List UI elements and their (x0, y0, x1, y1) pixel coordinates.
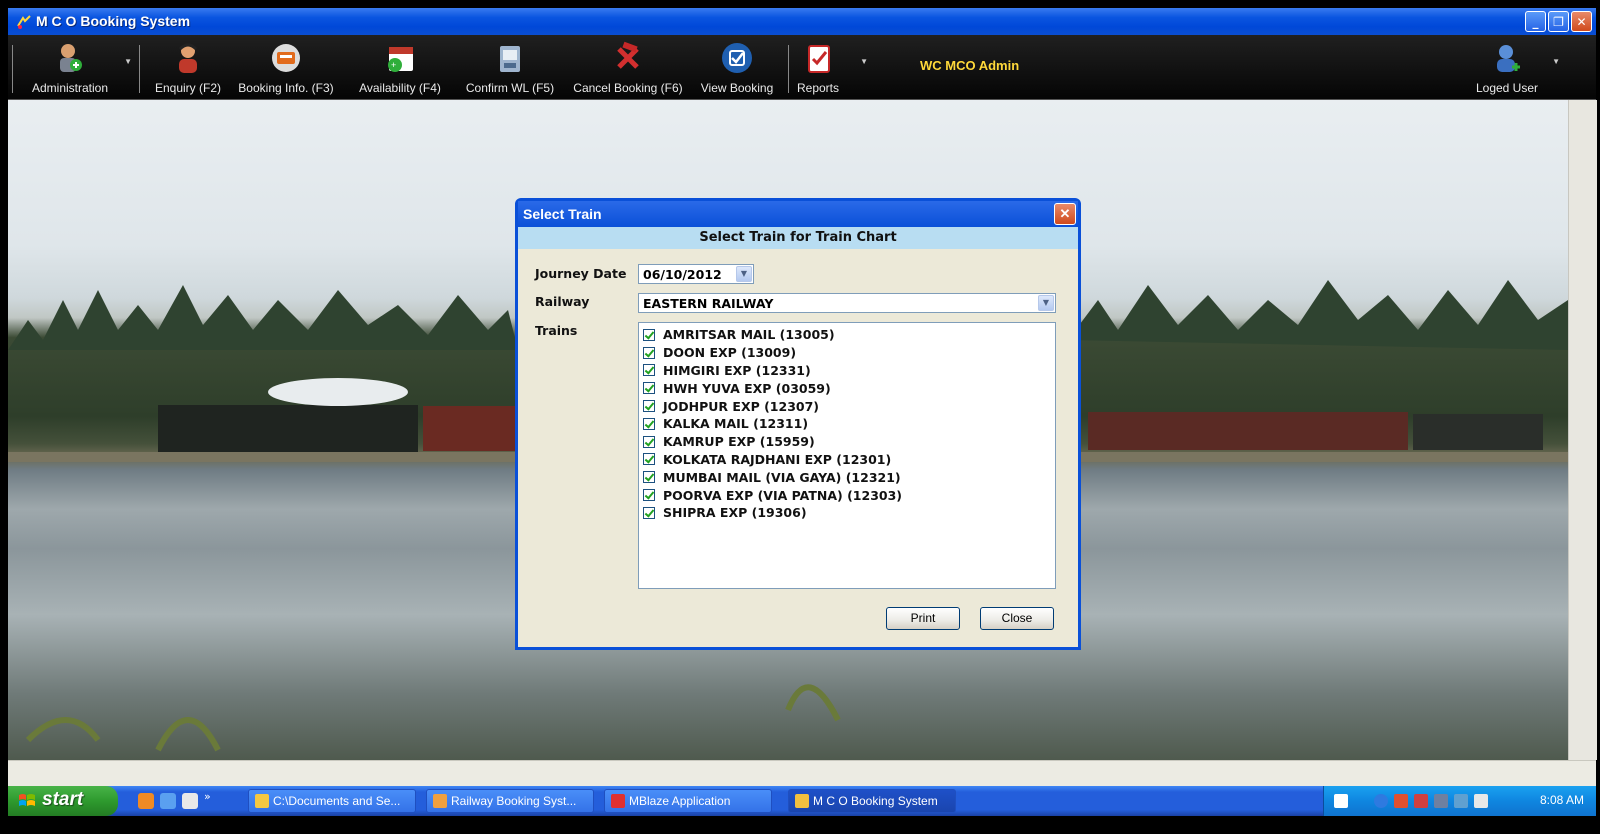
checkbox-checked[interactable] (643, 346, 655, 359)
train-item[interactable]: AMRITSAR MAIL (13005) (643, 326, 1055, 344)
dialog-body: Select Train for Train Chart Journey Dat… (518, 227, 1078, 647)
railway-label: Railway (535, 294, 590, 309)
toolbar-booking-info[interactable]: Booking Info. (F3) (230, 35, 342, 99)
journey-date-value: 06/10/2012 (643, 267, 722, 282)
task-mco-booking[interactable]: M C O Booking System (788, 789, 956, 813)
window-title: M C O Booking System (36, 13, 191, 29)
windows-logo-icon (19, 794, 35, 806)
clock: 8:08 AM (1539, 793, 1584, 807)
chevron-down-icon[interactable]: ▼ (124, 57, 132, 66)
system-tray: 8:08 AM (1323, 786, 1596, 816)
train-item[interactable]: SHIPRA EXP (19306) (643, 504, 1055, 522)
checkbox-checked[interactable] (643, 364, 655, 377)
checkbox-checked[interactable] (643, 453, 655, 466)
monitor-icon[interactable] (1474, 794, 1488, 808)
railway-select[interactable]: EASTERN RAILWAY ▼ (638, 293, 1056, 313)
train-item[interactable]: HIMGIRI EXP (12331) (643, 362, 1055, 380)
checkbox-checked[interactable] (643, 328, 655, 341)
task-railway-booking[interactable]: Railway Booking Syst... (426, 789, 594, 813)
cancel-booking-icon (617, 41, 639, 69)
dialog-header: Select Train for Train Chart (518, 227, 1078, 249)
clipboard-icon (808, 45, 830, 73)
train-item[interactable]: HWH YUVA EXP (03059) (643, 379, 1055, 397)
help-icon[interactable] (1334, 794, 1348, 808)
print-button[interactable]: Print (886, 607, 960, 630)
calendar-icon: + (388, 47, 413, 72)
tray-app-icon[interactable] (1414, 794, 1428, 808)
train-item[interactable]: JODHPUR EXP (12307) (643, 397, 1055, 415)
close-button[interactable]: Close (980, 607, 1054, 630)
trains-checklist[interactable]: AMRITSAR MAIL (13005) DOON EXP (13009) H… (638, 322, 1056, 589)
checkbox-checked[interactable] (643, 489, 655, 502)
opera-icon (611, 794, 625, 808)
tray-app-icon[interactable] (1394, 794, 1408, 808)
chevron-down-icon[interactable]: ▼ (1038, 295, 1054, 311)
journey-date-picker[interactable]: 06/10/2012 ▼ (638, 264, 754, 284)
enquiry-person-icon (178, 43, 198, 73)
checkbox-checked[interactable] (643, 382, 655, 395)
train-item[interactable]: MUMBAI MAIL (VIA GAYA) (12321) (643, 468, 1055, 486)
admin-label: WC MCO Admin (920, 58, 1020, 73)
dialog-title-bar[interactable]: Select Train ✕ (518, 201, 1078, 227)
checkbox-checked[interactable] (643, 506, 655, 519)
toolbar-administration[interactable]: Administration ▼ (16, 35, 132, 99)
dialog-title: Select Train (523, 206, 602, 222)
dialog-close-icon[interactable]: ✕ (1054, 203, 1076, 225)
trains-label: Trains (535, 323, 578, 338)
app-train-icon (17, 15, 31, 29)
toolbar-availability[interactable]: + Availability (F4) (348, 35, 452, 99)
network-icon[interactable] (1374, 794, 1388, 808)
app-train-icon (795, 794, 809, 808)
toolbar-reports[interactable]: Reports ▼ (790, 35, 868, 99)
folder-icon (255, 794, 269, 808)
toolbar-logged-user[interactable]: Loged User ▼ (1472, 35, 1560, 99)
restore-button[interactable]: ❐ (1548, 11, 1569, 32)
task-mblaze[interactable]: MBlaze Application (604, 789, 772, 813)
chevron-down-icon[interactable]: ▼ (1552, 57, 1560, 66)
speaker-icon[interactable] (1434, 794, 1448, 808)
chevron-right-icon[interactable]: » (204, 790, 211, 803)
journey-date-label: Journey Date (535, 266, 627, 281)
toolbar-enquiry[interactable]: Enquiry (F2) (148, 35, 228, 99)
firefox-icon[interactable] (138, 793, 154, 809)
toolbar-cancel-booking[interactable]: Cancel Booking (F6) (570, 35, 686, 99)
train-item[interactable]: POORVA EXP (VIA PATNA) (12303) (643, 486, 1055, 504)
close-window-button[interactable]: ✕ (1571, 11, 1592, 32)
train-item[interactable]: DOON EXP (13009) (643, 344, 1055, 362)
checkbox-checked[interactable] (643, 400, 655, 413)
desktop-icon[interactable] (182, 793, 198, 809)
admin-user-icon (60, 44, 82, 72)
chevron-down-icon[interactable]: ▼ (736, 266, 752, 282)
status-bar (8, 760, 1596, 787)
start-label: start (42, 789, 84, 810)
confirm-wl-icon (500, 46, 520, 72)
windows-taskbar: start » C:\Documents and Se... Railway B… (8, 786, 1596, 816)
title-bar[interactable]: M C O Booking System _ ❐ ✕ (8, 8, 1596, 35)
start-button[interactable]: start (8, 786, 118, 816)
app-icon (433, 794, 447, 808)
svg-text:+: + (391, 60, 396, 70)
task-documents[interactable]: C:\Documents and Se... (248, 789, 416, 813)
checkmark-icon (722, 43, 752, 73)
chevron-down-icon[interactable]: ▼ (860, 57, 868, 66)
user-icon (1497, 45, 1520, 72)
railway-value: EASTERN RAILWAY (643, 296, 774, 311)
checkbox-checked[interactable] (643, 435, 655, 448)
vertical-scrollbar[interactable] (1568, 100, 1597, 760)
train-item[interactable]: KOLKATA RAJDHANI EXP (12301) (643, 451, 1055, 469)
toolbar-view-booking[interactable]: View Booking (694, 35, 780, 99)
toolbar-confirm-wl[interactable]: Confirm WL (F5) (458, 35, 562, 99)
booking-info-icon (272, 44, 300, 72)
checkbox-checked[interactable] (643, 471, 655, 484)
tray-app-icon[interactable] (1454, 794, 1468, 808)
select-train-dialog: Select Train ✕ Select Train for Train Ch… (515, 198, 1081, 650)
main-toolbar: Administration ▼ Enquiry (F2) Booking In… (8, 35, 1596, 100)
train-item[interactable]: KAMRUP EXP (15959) (643, 433, 1055, 451)
checkbox-checked[interactable] (643, 417, 655, 430)
train-item[interactable]: KALKA MAIL (12311) (643, 415, 1055, 433)
minimize-button[interactable]: _ (1525, 11, 1546, 32)
ie-icon[interactable] (160, 793, 176, 809)
